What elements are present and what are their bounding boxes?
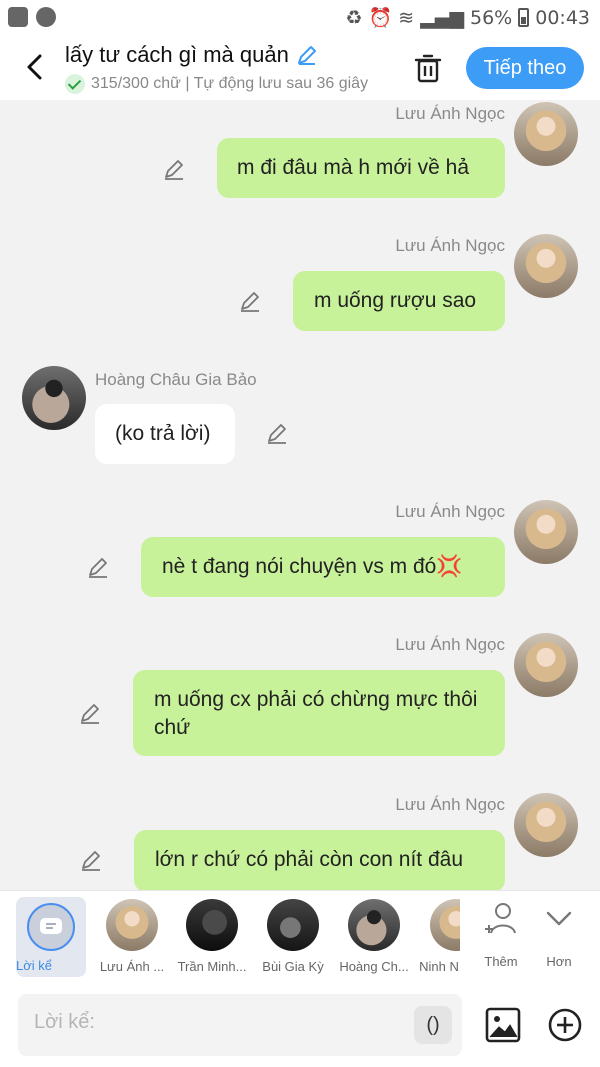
message-bubble[interactable]: lớn r chứ có phải còn con nít đâu xyxy=(134,830,505,890)
header: lấy tư cách gì mà quản 315/300 chữ | Tự … xyxy=(0,36,600,100)
character-bar: Lời kể Lưu Ánh ... Trần Minh... Bùi Gia … xyxy=(0,890,600,984)
wifi-icon: ≋ xyxy=(398,6,415,29)
sender-name: Lưu Ánh Ngọc xyxy=(395,502,505,521)
edit-message-icon[interactable] xyxy=(77,700,103,726)
more-label: Hơn xyxy=(546,954,572,969)
parenthesis-button[interactable]: () xyxy=(414,1006,452,1044)
next-button[interactable]: Tiếp theo xyxy=(466,47,584,89)
autosave-text: 315/300 chữ | Tự động lưu sau 36 giây xyxy=(91,75,369,92)
message-bubble[interactable]: nè t đang nói chuyện vs m đó💢 xyxy=(141,537,505,597)
chat-area: Lưu Ánh Ngọc m đi đâu mà h mới về hả Lưu… xyxy=(0,100,600,890)
autosave-status: 315/300 chữ | Tự động lưu sau 36 giây xyxy=(65,74,395,94)
character-item[interactable]: Ninh N xyxy=(418,899,460,974)
recycle-icon: ♻ xyxy=(345,6,363,29)
message-bubble[interactable]: m đi đâu mà h mới về hả xyxy=(217,138,505,198)
more-button[interactable]: Hơn xyxy=(524,899,594,969)
chevron-down-icon xyxy=(546,911,572,926)
avatar[interactable] xyxy=(514,102,578,166)
title-text: lấy tư cách gì mà quản xyxy=(65,42,289,67)
character-item[interactable]: Bùi Gia Kỳ xyxy=(258,899,328,974)
avatar[interactable] xyxy=(514,633,578,697)
input-wrapper: () xyxy=(18,994,462,1056)
character-label: Hoàng Ch... xyxy=(339,959,409,974)
avatar[interactable] xyxy=(514,793,578,857)
character-label: Ninh N xyxy=(419,959,459,974)
character-avatar xyxy=(430,899,460,951)
clock: 00:43 xyxy=(535,6,590,29)
page-title: lấy tư cách gì mà quản xyxy=(65,42,319,68)
image-icon[interactable] xyxy=(484,1006,522,1044)
check-icon xyxy=(65,74,85,94)
youtube-icon xyxy=(8,7,28,27)
avatar[interactable] xyxy=(514,234,578,298)
message-bubble[interactable]: m uống rượu sao xyxy=(293,271,505,331)
composer: () xyxy=(0,984,600,1067)
battery-icon xyxy=(518,8,530,27)
add-person-icon xyxy=(485,903,516,934)
trash-icon[interactable] xyxy=(412,52,444,84)
sender-name: Hoàng Châu Gia Bảo xyxy=(95,370,257,389)
edit-message-icon[interactable] xyxy=(161,156,187,182)
edit-title-icon[interactable] xyxy=(295,43,319,67)
globe-icon xyxy=(36,7,56,27)
alarm-icon: ⏰ xyxy=(368,7,393,29)
character-avatar xyxy=(186,899,238,951)
edit-message-icon[interactable] xyxy=(264,420,290,446)
character-label: Trần Minh... xyxy=(177,959,247,974)
character-avatar xyxy=(267,899,319,951)
character-item[interactable]: Trần Minh... xyxy=(177,899,247,974)
status-bar: ♻ ⏰ ≋ ▂▄▆ 56% 00:43 xyxy=(0,0,600,36)
message-bubble[interactable]: m uống cx phải có chừng mực thôi chứ xyxy=(133,670,505,756)
avatar[interactable] xyxy=(22,366,86,430)
battery-percent: 56% xyxy=(470,6,513,29)
plus-circle-icon[interactable] xyxy=(546,1006,584,1044)
signal-icon: ▂▄▆ xyxy=(420,6,464,29)
character-avatar xyxy=(348,899,400,951)
sender-name: Lưu Ánh Ngọc xyxy=(395,795,505,814)
character-item[interactable]: Hoàng Ch... xyxy=(339,899,409,974)
narration-icon xyxy=(27,903,75,951)
edit-message-icon[interactable] xyxy=(78,847,104,873)
back-arrow-icon[interactable] xyxy=(20,50,50,84)
message-input[interactable] xyxy=(32,1010,336,1035)
avatar[interactable] xyxy=(514,500,578,564)
narration-label: Lời kể xyxy=(16,958,52,973)
character-item[interactable]: Lưu Ánh ... xyxy=(97,899,167,974)
sender-name: Lưu Ánh Ngọc xyxy=(395,236,505,255)
edit-message-icon[interactable] xyxy=(85,554,111,580)
character-avatar xyxy=(106,899,158,951)
sender-name: Lưu Ánh Ngọc xyxy=(395,104,505,123)
narration-selector[interactable]: Lời kể xyxy=(16,897,86,977)
character-label: Lưu Ánh ... xyxy=(99,959,165,974)
message-bubble[interactable]: (ko trả lời) xyxy=(95,404,235,464)
edit-message-icon[interactable] xyxy=(237,288,263,314)
sender-name: Lưu Ánh Ngọc xyxy=(395,635,505,654)
character-label: Bùi Gia Kỳ xyxy=(262,959,324,974)
